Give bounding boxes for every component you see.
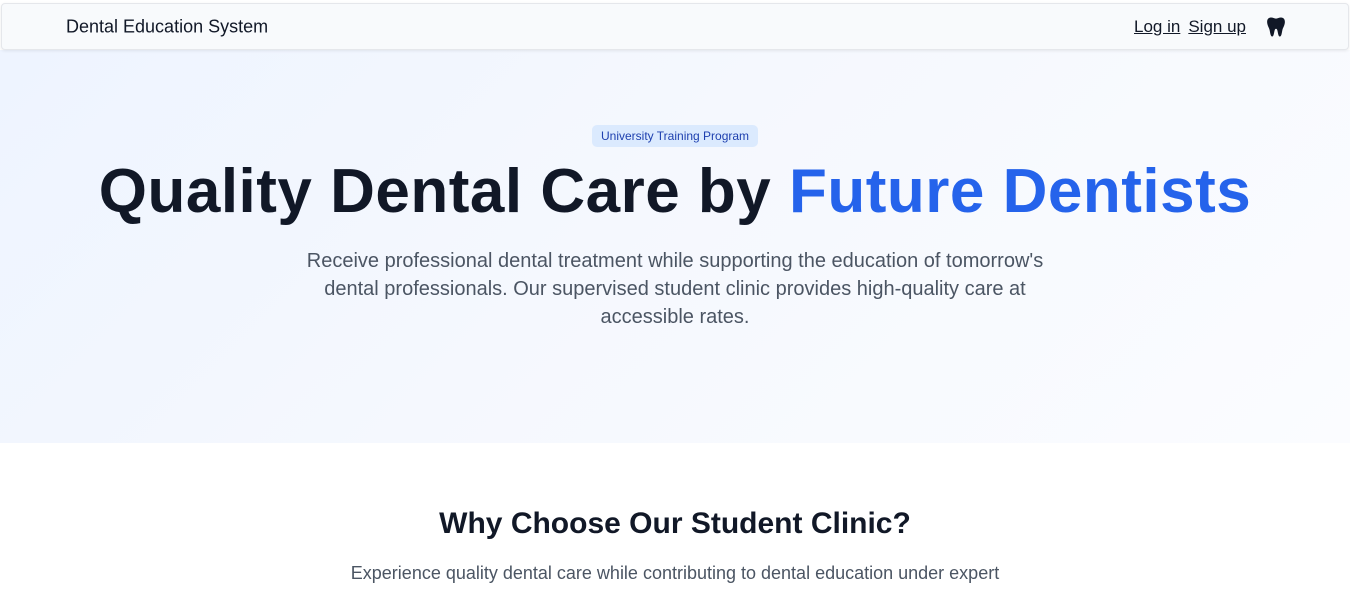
features-subtitle: Experience quality dental care while con… xyxy=(350,563,1000,583)
hero-title-accent: Future Dentists xyxy=(789,157,1252,226)
brand-name[interactable]: Dental Education System xyxy=(66,16,268,37)
signup-link[interactable]: Sign up xyxy=(1188,17,1246,37)
login-link[interactable]: Log in xyxy=(1134,17,1180,37)
hero-title: Quality Dental Care by Future Dentists xyxy=(0,156,1350,228)
top-navbar: Dental Education System Log in Sign up xyxy=(1,3,1349,50)
hero-subtitle: Receive professional dental treatment wh… xyxy=(306,250,1044,328)
hero-title-main: Quality Dental Care by xyxy=(98,157,790,226)
hero-section: University Training Program Quality Dent… xyxy=(0,50,1350,443)
nav-actions: Log in Sign up xyxy=(1134,16,1286,38)
features-title: Why Choose Our Student Clinic? xyxy=(439,507,911,540)
program-badge: University Training Program xyxy=(592,125,759,147)
tooth-icon xyxy=(1266,16,1286,38)
